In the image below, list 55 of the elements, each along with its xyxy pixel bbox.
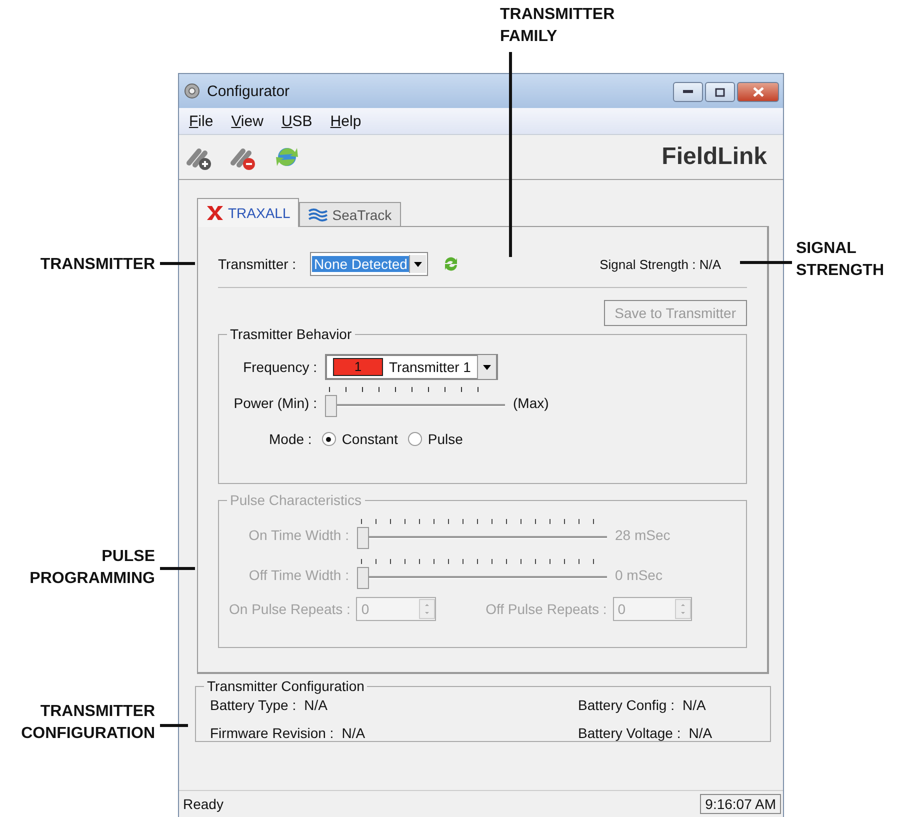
radio-button[interactable]: Pulse [408, 431, 463, 447]
slider-reading: 0 mSec [615, 567, 662, 583]
tab[interactable]: SeaTrack [299, 202, 401, 226]
waves-icon [308, 208, 328, 222]
max-label: (Max) [513, 395, 549, 411]
maximize-button[interactable] [705, 82, 735, 102]
menu-item[interactable]: Help [330, 112, 362, 130]
slider-reading: 28 mSec [615, 527, 670, 543]
logo: FieldLink [662, 143, 767, 171]
field-value: N/A [682, 697, 706, 713]
status-text: Ready [183, 796, 224, 812]
group-title: Pulse Characteristics [227, 492, 364, 508]
spinner-arrows-icon [418, 599, 435, 619]
frequency-label: Frequency : [242, 359, 317, 375]
field-label: Firmware Revision : [210, 725, 334, 741]
callout-label: TRANSMITTER [39, 255, 155, 275]
radio-button[interactable]: Constant [322, 431, 398, 447]
field-label: Battery Voltage : [578, 725, 681, 741]
callout-label: TRANSMITTER FAMILY [500, 5, 616, 47]
field-value: N/A [342, 725, 366, 741]
field-value: N/A [304, 697, 328, 713]
repeats-label: On Pulse Repeats : [229, 601, 350, 617]
caret-icon [409, 255, 426, 273]
power-label: Power (Min) : [232, 395, 317, 411]
caret-icon [476, 355, 496, 379]
group-title: Trasmitter Behavior [227, 326, 355, 342]
minimize-button[interactable] [673, 82, 703, 102]
status-time: 9:16:07 AM [700, 794, 781, 814]
group-title: Transmitter Configuration [204, 678, 368, 694]
callout-label: PULSE PROGRAMMING [28, 547, 155, 589]
minimize-icon [683, 90, 693, 94]
transmitter-label: Transmitter : [218, 256, 296, 272]
signal-strength-text: Signal Strength : N/A [600, 256, 721, 272]
slider-label: On Time Width : [248, 527, 349, 543]
maximize-icon [715, 88, 725, 96]
field-label: Battery Type : [210, 697, 296, 713]
menu-item[interactable]: File [189, 112, 214, 130]
field-label: Battery Config : [578, 697, 674, 713]
close-button[interactable] [737, 82, 779, 102]
menu-item[interactable]: USB [281, 112, 312, 130]
mode-label: Mode : [269, 431, 312, 447]
menu-item[interactable]: View [231, 112, 264, 130]
tab[interactable]: TRAXALL [197, 198, 300, 227]
callout-label: SIGNAL STRENGTH [796, 239, 885, 281]
channel-swatch: 1 [333, 358, 383, 376]
close-icon [752, 87, 764, 97]
field-value: N/A [688, 725, 712, 741]
window-title: Configurator [207, 82, 290, 100]
slider-label: Off Time Width : [248, 567, 349, 583]
frequency-dropdown[interactable]: 1 Transmitter 1 [325, 354, 498, 380]
repeats-label: Off Pulse Repeats : [486, 601, 607, 617]
transmitter-dropdown[interactable]: None Detected [310, 252, 428, 276]
callout-label: TRANSMITTER CONFIGURATION [20, 702, 155, 744]
x-logo-icon [206, 205, 224, 221]
spinner-arrows-icon [674, 599, 691, 619]
